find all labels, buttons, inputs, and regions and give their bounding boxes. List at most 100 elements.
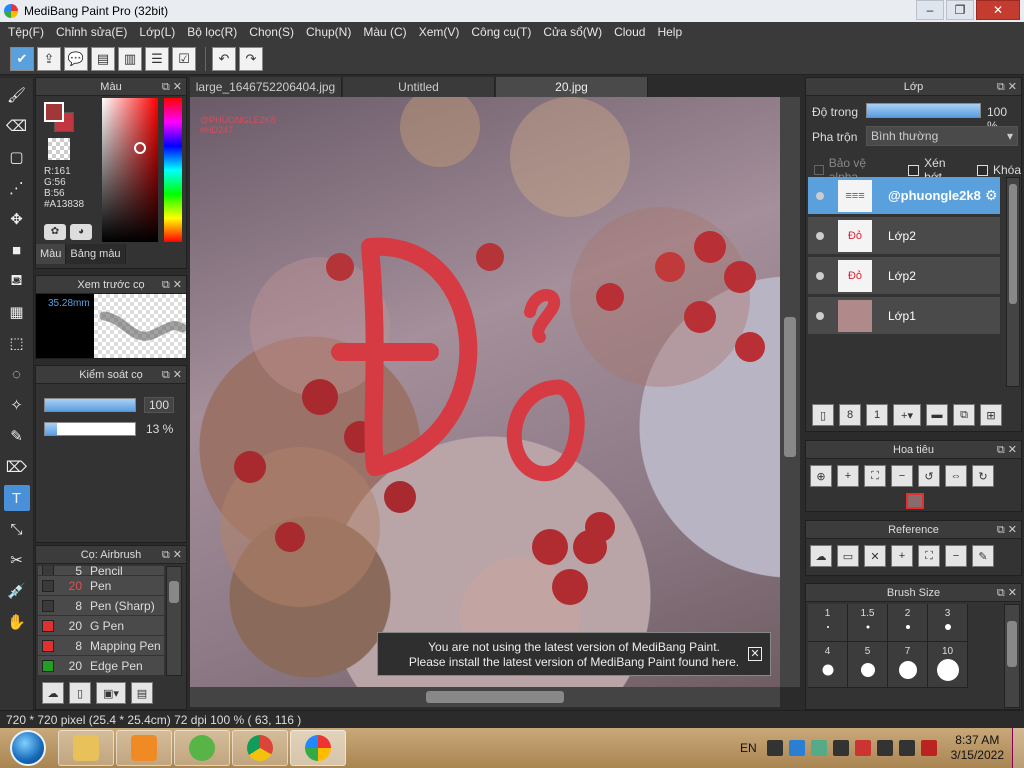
- taskbar-explorer[interactable]: [58, 730, 114, 766]
- update-notice[interactable]: You are not using the latest version of …: [377, 632, 771, 676]
- rotate-right-icon[interactable]: ↻: [972, 465, 994, 487]
- protect-alpha-checkbox[interactable]: [814, 165, 824, 175]
- tab-20-jpg[interactable]: 20.jpg: [496, 77, 648, 97]
- saturation-value-picker[interactable]: [102, 98, 158, 242]
- brush-row[interactable]: 20 Edge Pen: [38, 656, 164, 676]
- discord-icon[interactable]: [766, 740, 783, 756]
- tab-untitled[interactable]: Untitled: [343, 77, 495, 97]
- layer-row[interactable]: Lớp1: [808, 297, 1000, 335]
- rectangle-tool-icon[interactable]: ▢: [4, 144, 30, 170]
- brush-opacity-slider[interactable]: [44, 422, 136, 436]
- volume-icon[interactable]: [898, 740, 915, 756]
- cloud-icon[interactable]: ☁: [810, 545, 832, 567]
- scroll-thumb[interactable]: [426, 691, 564, 703]
- network-app-icon[interactable]: [810, 740, 827, 756]
- panel-popout-close-icon[interactable]: ⧉ ✕: [997, 521, 1017, 539]
- menu-filter[interactable]: Bộ lọc(R): [181, 22, 243, 43]
- taskbar-app-green[interactable]: [174, 730, 230, 766]
- menu-window[interactable]: Cửa sổ(W): [537, 22, 608, 43]
- brush-options-icon[interactable]: ▣▾: [96, 682, 126, 704]
- zoom-in-icon[interactable]: +: [891, 545, 913, 567]
- menu-tools[interactable]: Công cụ(T): [465, 22, 537, 43]
- tab-large-jpg[interactable]: large_1646752206404.jpg: [190, 77, 342, 97]
- scroll-thumb[interactable]: [1007, 621, 1017, 667]
- brush-size-option[interactable]: 10: [928, 642, 968, 688]
- network-icon[interactable]: [876, 740, 893, 756]
- minimize-button[interactable]: –: [916, 0, 944, 20]
- zoom-out-icon[interactable]: −: [945, 545, 967, 567]
- gradient-tool-icon[interactable]: ▦: [4, 299, 30, 325]
- brush-size-option[interactable]: 1: [808, 604, 848, 642]
- brush-size-scrollbar[interactable]: [1004, 604, 1020, 708]
- move-tool-icon[interactable]: ✥: [4, 206, 30, 232]
- cloud-brush-icon[interactable]: ☁: [42, 682, 64, 704]
- transparent-color-swatch[interactable]: [48, 138, 70, 160]
- speech-bubble-icon[interactable]: 💬: [64, 46, 88, 71]
- panel-popout-close-icon[interactable]: ⧉ ✕: [162, 366, 182, 384]
- brush-row[interactable]: 5 Pencil: [38, 566, 164, 576]
- layer-opacity-slider[interactable]: [866, 103, 981, 118]
- navigator-thumbnail[interactable]: [906, 493, 924, 509]
- palette-bucket-icon[interactable]: ◕: [70, 224, 92, 240]
- brush-size-value[interactable]: 100: [144, 397, 175, 413]
- text-tool-icon[interactable]: T: [3, 485, 30, 511]
- operation-tool-icon[interactable]: ⤡: [4, 516, 30, 542]
- select-eraser-tool-icon[interactable]: ⌦: [4, 454, 30, 480]
- brush-tool-icon[interactable]: 🖌: [4, 82, 30, 108]
- menu-color[interactable]: Màu (C): [357, 22, 412, 43]
- layer-row[interactable]: Đỏ Lớp2: [808, 217, 1000, 255]
- checklist-icon[interactable]: ☑: [172, 46, 196, 71]
- bucket-tool-icon[interactable]: ⛾: [4, 268, 30, 294]
- menu-select[interactable]: Chọn(S): [243, 22, 300, 43]
- lasso-tool-icon[interactable]: ◌: [4, 361, 30, 387]
- brush-row[interactable]: 20 Pen: [38, 576, 164, 596]
- gear-icon[interactable]: ⚙: [985, 187, 998, 204]
- divide-tool-icon[interactable]: ✂: [4, 547, 30, 573]
- panel-popout-close-icon[interactable]: ⧉ ✕: [162, 546, 182, 564]
- new-1bit-layer-icon[interactable]: 1: [866, 404, 888, 426]
- visibility-icon[interactable]: [816, 271, 824, 280]
- eraser-tool-icon[interactable]: ⌫: [4, 113, 30, 139]
- drawing-canvas[interactable]: @PHUONGLE2K8 #HD247: [190, 97, 780, 687]
- new-halftone-layer-icon[interactable]: 8: [839, 404, 861, 426]
- start-button[interactable]: [10, 730, 46, 766]
- panel-popout-close-icon[interactable]: ⧉ ✕: [162, 276, 182, 294]
- visibility-icon[interactable]: [816, 311, 824, 320]
- checkmark-icon[interactable]: ✔: [10, 46, 34, 71]
- brush-size-option[interactable]: 5: [848, 642, 888, 688]
- tool-icon[interactable]: [832, 740, 849, 756]
- flip-icon[interactable]: ⇔: [945, 465, 967, 487]
- brush-row[interactable]: 8 Pen (Sharp): [38, 596, 164, 616]
- panel-popout-close-icon[interactable]: ⧉ ✕: [997, 441, 1017, 459]
- panel-popout-close-icon[interactable]: ⧉ ✕: [162, 78, 182, 96]
- visibility-icon[interactable]: [816, 231, 824, 240]
- redo-icon[interactable]: ↷: [239, 46, 263, 71]
- color-picker-cursor[interactable]: [134, 142, 146, 154]
- share-icon[interactable]: ⇪: [37, 46, 61, 71]
- open-folder-icon[interactable]: ▭: [837, 545, 859, 567]
- antivirus-icon[interactable]: [854, 740, 871, 756]
- taskbar-media-player[interactable]: [116, 730, 172, 766]
- brush-size-option[interactable]: 7: [888, 642, 928, 688]
- eyedropper-tool-icon[interactable]: 💉: [4, 578, 30, 604]
- zoom-in-icon[interactable]: +: [837, 465, 859, 487]
- notice-close-icon[interactable]: ✕: [748, 647, 762, 661]
- dot-brush-tool-icon[interactable]: ⋰: [4, 175, 30, 201]
- brush-size-option[interactable]: 4: [808, 642, 848, 688]
- menu-layer[interactable]: Lớp(L): [133, 22, 181, 43]
- language-indicator[interactable]: EN: [740, 741, 757, 755]
- visibility-icon[interactable]: [816, 191, 824, 200]
- duplicate-layer-icon[interactable]: ⧉: [953, 404, 975, 426]
- hue-slider[interactable]: [164, 98, 182, 242]
- brush-size-slider[interactable]: [44, 398, 136, 412]
- flag-alert-icon[interactable]: [920, 740, 937, 756]
- merge-layer-icon[interactable]: ⊞: [980, 404, 1002, 426]
- menu-cloud[interactable]: Cloud: [608, 22, 651, 43]
- comment-icon[interactable]: ▤: [91, 46, 115, 71]
- zalo-icon[interactable]: [788, 740, 805, 756]
- panel-popout-close-icon[interactable]: ⧉ ✕: [997, 78, 1017, 96]
- canvas-horizontal-scrollbar[interactable]: [190, 687, 780, 707]
- brush-size-option[interactable]: 2: [888, 604, 928, 642]
- select-rect-tool-icon[interactable]: ⬚: [4, 330, 30, 356]
- foreground-color-swatch[interactable]: [44, 102, 64, 122]
